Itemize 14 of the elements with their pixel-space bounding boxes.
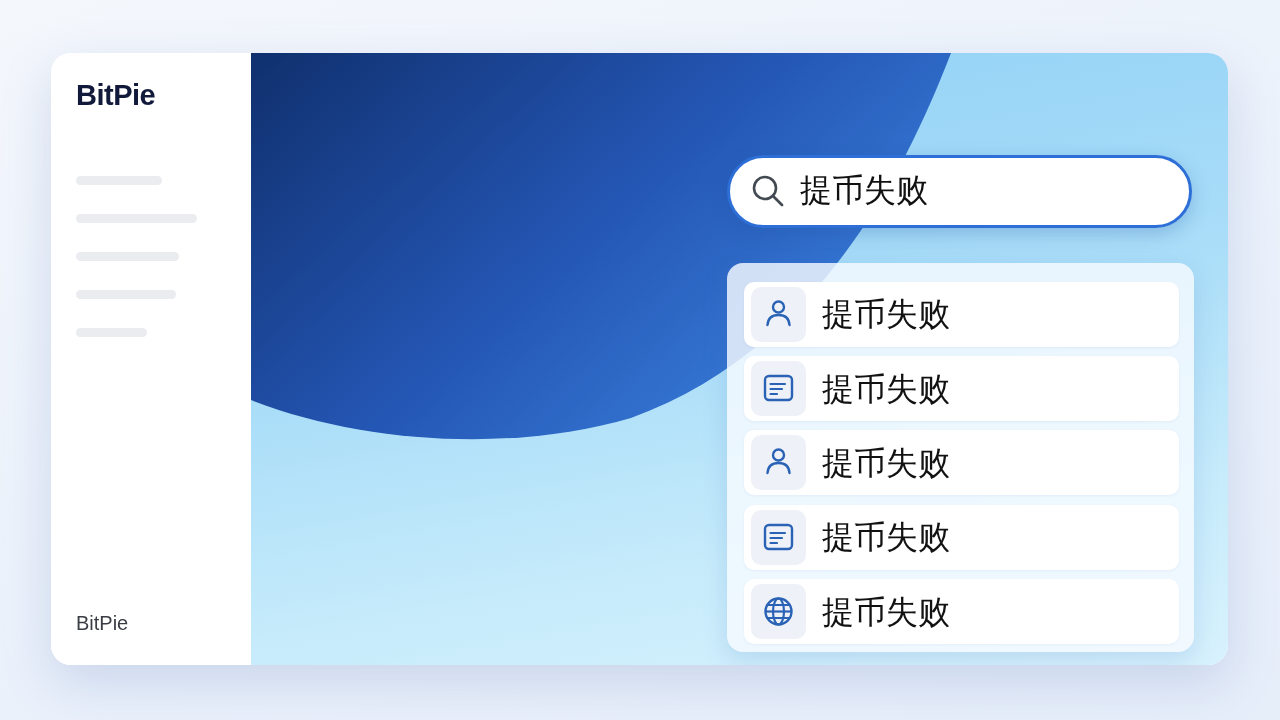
brand-logo: BitPie — [76, 79, 156, 111]
search-result-item[interactable]: 提币失败 — [744, 430, 1179, 496]
search-result-item[interactable]: 提币失败 — [744, 356, 1179, 422]
search-field[interactable]: 提币失败 — [727, 155, 1192, 228]
document-icon — [751, 509, 806, 565]
search-result-item[interactable]: 提币失败 — [744, 504, 1179, 570]
search-result-item[interactable]: 提币失败 — [744, 281, 1179, 347]
search-icon — [752, 175, 784, 207]
footer-brand-text: BitPie — [76, 612, 129, 634]
document-icon — [751, 361, 806, 417]
globe-icon — [751, 584, 806, 639]
person-icon — [751, 286, 806, 342]
person-icon — [751, 435, 806, 491]
search-result-item[interactable]: 提币失败 — [744, 579, 1179, 644]
